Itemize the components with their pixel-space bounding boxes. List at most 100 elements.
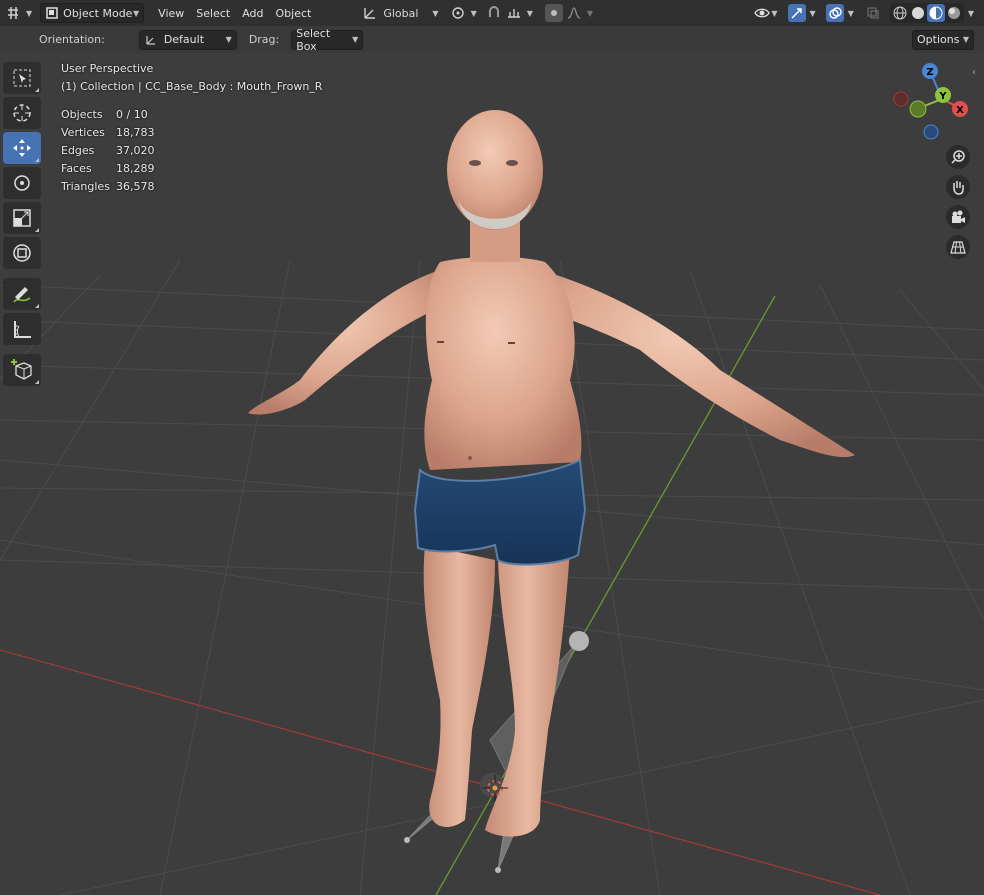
chevron-down-icon: ▼ — [809, 8, 816, 18]
solid-shading-icon[interactable] — [909, 4, 927, 22]
chevron-down-icon: ▼ — [847, 8, 854, 18]
tool-select-box[interactable] — [3, 62, 41, 94]
stat-row: Faces 18,289 — [61, 160, 322, 178]
snap-icon[interactable] — [485, 4, 503, 22]
drag-dropdown[interactable]: Select Box ▼ — [291, 27, 364, 53]
corner-indicator — [35, 88, 39, 92]
material-shading-icon[interactable] — [926, 4, 945, 22]
gizmo-z-label: Z — [926, 67, 933, 78]
chevron-down-icon: ▼ — [771, 8, 778, 18]
editor-type-button[interactable]: ▼ — [4, 3, 32, 23]
xray-icon[interactable] — [864, 4, 882, 22]
orientation-setting-dropdown[interactable]: Default ▼ — [138, 29, 237, 50]
gizmo-neg-z[interactable] — [923, 124, 939, 140]
orientation-setting-value: Default — [163, 33, 205, 46]
pivot-dropdown[interactable]: ▼ — [449, 3, 477, 23]
visibility-icon[interactable] — [753, 4, 771, 22]
options-dropdown[interactable]: Options ▼ — [912, 29, 974, 50]
camera-icon — [952, 210, 965, 223]
chevron-down-icon: ▼ — [133, 8, 140, 18]
character-body[interactable] — [248, 110, 855, 837]
chevron-down-icon: ▼ — [432, 8, 439, 18]
chevron-down-icon: ▼ — [225, 35, 232, 44]
stat-label: Objects — [61, 108, 103, 121]
orientation-label: Global — [383, 6, 419, 20]
tool-cursor[interactable] — [3, 97, 41, 129]
viewport-header: ▼ Object Mode ▼ View Select Add Object G… — [0, 0, 984, 26]
stat-value: 18,289 — [116, 162, 155, 175]
stat-row: Edges 37,020 — [61, 142, 322, 160]
stat-value: 37,020 — [116, 144, 155, 157]
zoom-icon — [951, 150, 965, 164]
stat-label: Vertices — [61, 126, 105, 139]
menu-object[interactable]: Object — [270, 3, 318, 23]
mode-dropdown[interactable]: Object Mode ▼ — [40, 3, 145, 23]
stat-row: Objects 0 / 10 — [61, 106, 322, 124]
tool-add-cube[interactable] — [3, 354, 41, 386]
chevron-down-icon: ▼ — [470, 8, 477, 18]
editor-type-icon — [4, 4, 22, 22]
view-name: User Perspective — [61, 62, 154, 75]
navigation-gizmo[interactable]: Z Y X — [888, 61, 978, 145]
annotate-icon — [13, 287, 31, 303]
corner-indicator — [35, 158, 39, 162]
orientation-setting-label: Orientation: — [39, 33, 105, 46]
gizmo-x-label: X — [956, 105, 964, 116]
orientation-dropdown[interactable]: Global ▼ — [361, 3, 439, 23]
tool-scale[interactable] — [3, 202, 41, 234]
orientation-icon — [361, 4, 379, 22]
stat-row: Triangles 36,578 — [61, 178, 322, 196]
menu-add[interactable]: Add — [236, 3, 269, 23]
gizmo-neg-x[interactable] — [893, 91, 909, 107]
drag-label: Drag: — [248, 33, 280, 46]
stats-block: Objects 0 / 10 Vertices 18,783 Edges 37,020… — [61, 106, 322, 196]
proportional-edit-icon[interactable] — [544, 4, 563, 22]
cursor-icon — [13, 104, 31, 122]
chevron-down-icon: ▼ — [526, 8, 533, 18]
scale-icon — [13, 209, 31, 227]
menu-view[interactable]: View — [152, 3, 190, 23]
stat-label: Edges — [61, 144, 95, 157]
select-box-icon — [13, 69, 31, 87]
zoom-button[interactable] — [946, 145, 970, 169]
hand-icon — [953, 181, 964, 195]
mode-label: Object Mode — [63, 6, 133, 20]
wireframe-shading-icon[interactable] — [891, 4, 909, 22]
object-mode-icon — [45, 4, 59, 22]
falloff-icon[interactable] — [565, 4, 583, 22]
tool-rotate[interactable] — [3, 167, 41, 199]
context-path: (1) Collection | CC_Base_Body : Mouth_Fr… — [61, 80, 323, 93]
perspective-toggle-button[interactable] — [946, 235, 970, 259]
add-cube-icon — [11, 359, 32, 380]
tool-annotate[interactable] — [3, 278, 41, 310]
sidebar-toggle-icon[interactable]: ‹ — [972, 67, 976, 78]
gizmo-toggle-icon[interactable] — [787, 4, 806, 22]
camera-view-button[interactable] — [946, 205, 970, 229]
tool-measure[interactable] — [3, 313, 41, 345]
pan-button[interactable] — [946, 175, 970, 199]
options-label: Options — [917, 33, 960, 46]
snap-target-icon[interactable] — [505, 4, 523, 22]
armature[interactable] — [404, 631, 589, 873]
corner-indicator — [35, 380, 39, 384]
tool-move[interactable] — [3, 132, 41, 164]
stat-label: Triangles — [61, 180, 110, 193]
tool-shelf — [3, 62, 43, 389]
chevron-down-icon: ▼ — [967, 8, 974, 18]
gizmo-neg-y[interactable] — [909, 100, 927, 118]
menu-select[interactable]: Select — [190, 3, 236, 23]
3d-viewport[interactable]: User Perspective (1) Collection | CC_Bas… — [0, 53, 984, 895]
stat-value: 0 / 10 — [116, 108, 148, 121]
viewport-info: User Perspective (1) Collection | CC_Bas… — [61, 60, 322, 196]
move-icon — [13, 139, 31, 157]
tool-transform[interactable] — [3, 237, 41, 269]
overlays-icon[interactable] — [825, 4, 844, 22]
stat-value: 18,783 — [116, 126, 155, 139]
orientation-axes-icon — [144, 31, 158, 49]
gizmo-y-label: Y — [938, 91, 947, 102]
measure-icon — [14, 321, 31, 338]
rendered-shading-icon[interactable] — [945, 4, 963, 22]
pivot-icon — [449, 4, 467, 22]
stat-value: 36,578 — [116, 180, 155, 193]
chevron-down-icon: ▼ — [26, 8, 33, 18]
